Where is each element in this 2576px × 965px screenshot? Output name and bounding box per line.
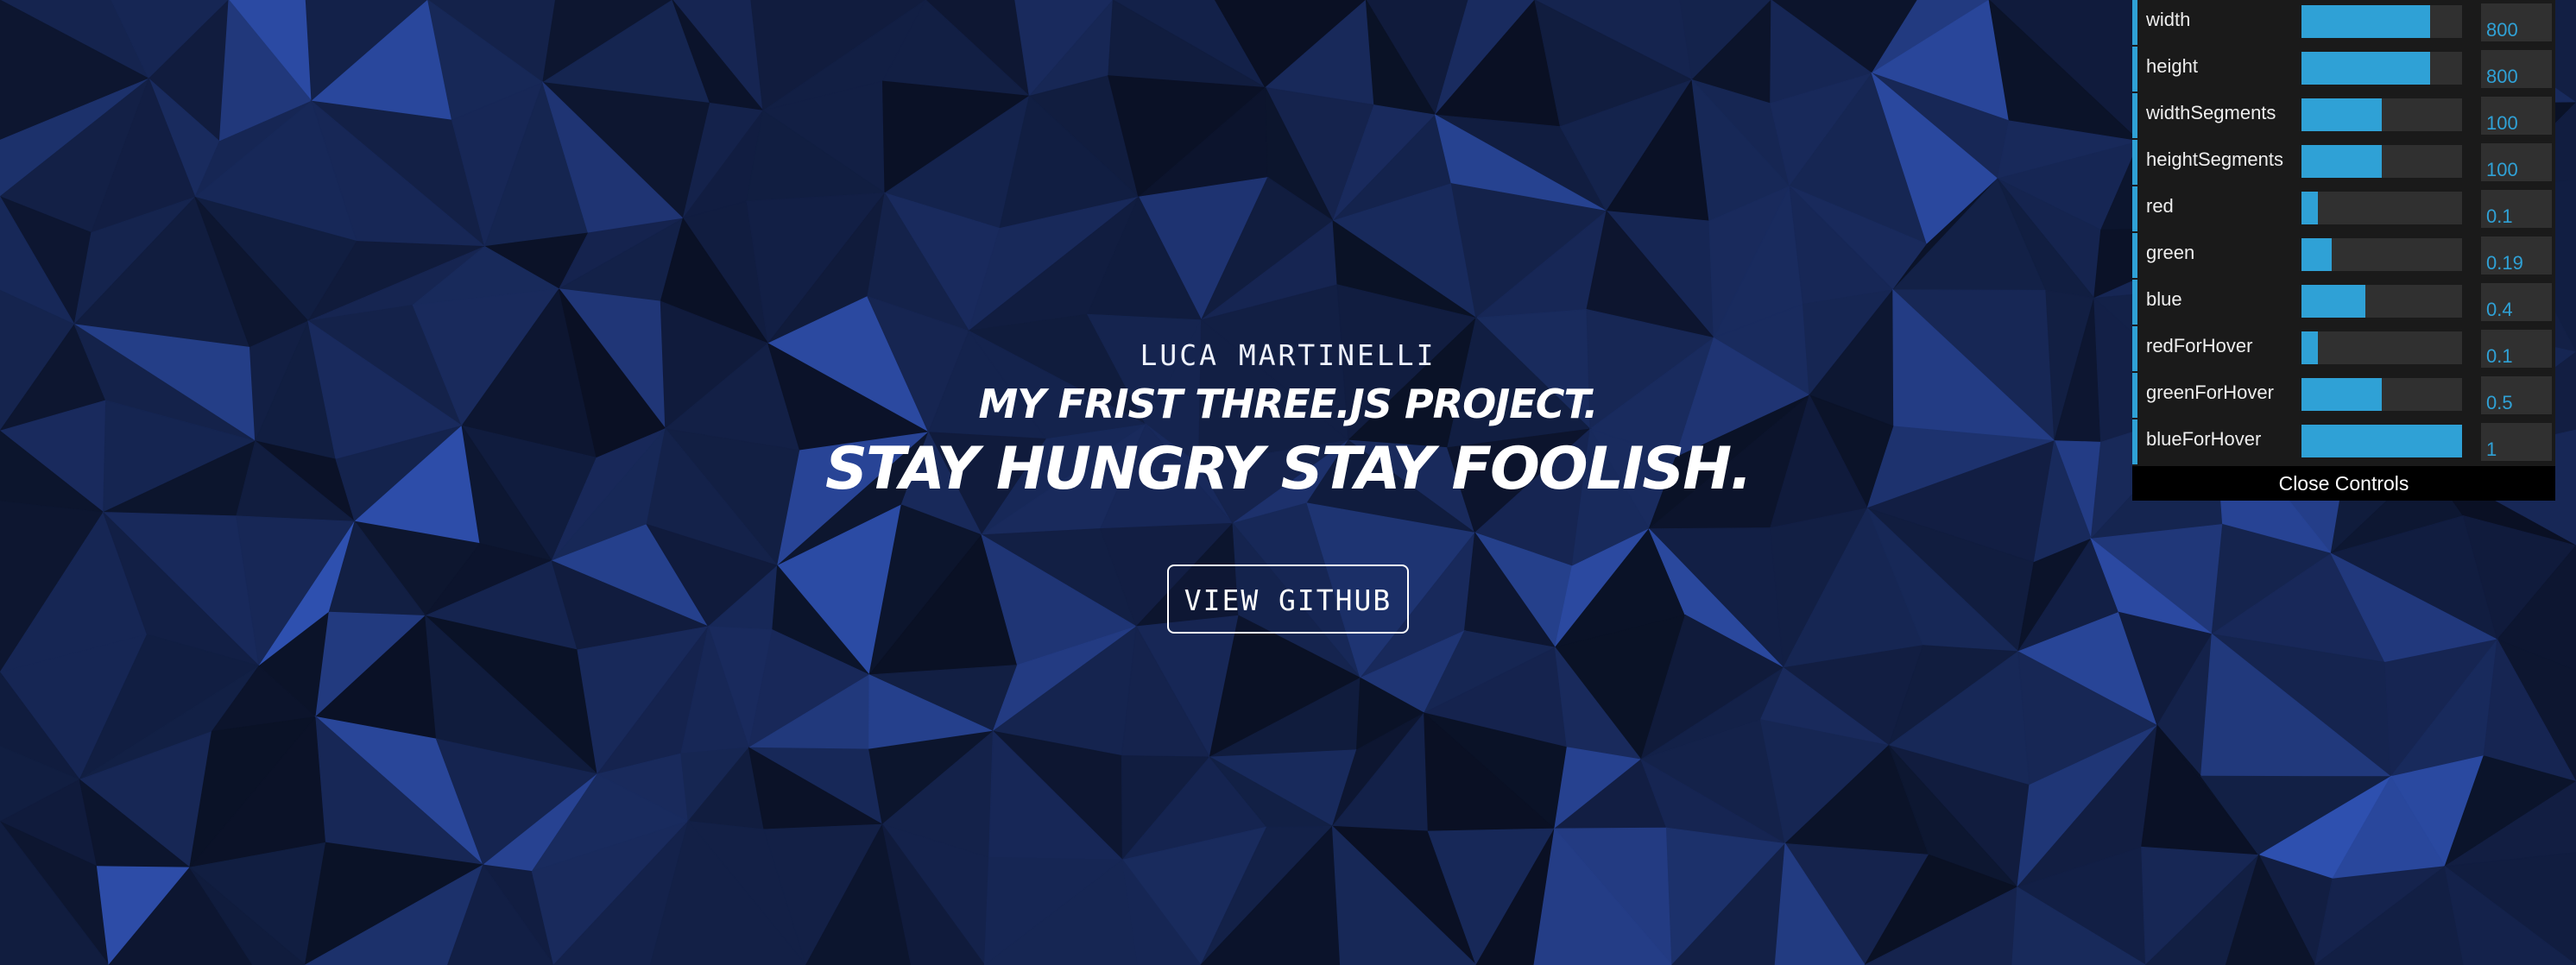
slider-fill (2301, 331, 2318, 364)
control-slider[interactable] (2301, 425, 2462, 457)
control-label: redForHover (2146, 335, 2253, 356)
slider-fill (2301, 5, 2430, 38)
control-value-input[interactable]: 100 (2481, 143, 2552, 181)
control-value-input[interactable]: 800 (2481, 50, 2552, 88)
control-row-widthsegments: widthSegments 100 (2132, 93, 2555, 138)
control-slider[interactable] (2301, 145, 2462, 178)
slider-fill (2301, 378, 2382, 411)
control-row-greenforhover: greenForHover 0.5 (2132, 373, 2555, 418)
control-slider[interactable] (2301, 192, 2462, 224)
control-label: blue (2146, 288, 2182, 310)
control-label: width (2146, 9, 2191, 30)
control-value-input[interactable]: 100 (2481, 97, 2552, 135)
slider-fill (2301, 285, 2366, 318)
control-label: blueForHover (2146, 428, 2262, 450)
slider-fill (2301, 98, 2382, 131)
control-value-input[interactable]: 0.5 (2481, 376, 2552, 414)
slider-fill (2301, 145, 2382, 178)
control-row-redforhover: redForHover 0.1 (2132, 326, 2555, 371)
control-slider[interactable] (2301, 378, 2462, 411)
control-value-input[interactable]: 1 (2481, 423, 2552, 461)
close-controls-button[interactable]: Close Controls (2132, 466, 2555, 501)
control-slider[interactable] (2301, 331, 2462, 364)
control-row-heightsegments: heightSegments 100 (2132, 140, 2555, 185)
control-label: greenForHover (2146, 382, 2274, 403)
control-value-input[interactable]: 0.1 (2481, 330, 2552, 368)
slider-fill (2301, 238, 2333, 271)
control-slider[interactable] (2301, 285, 2462, 318)
slider-fill (2301, 52, 2430, 85)
control-slider[interactable] (2301, 238, 2462, 271)
control-label: heightSegments (2146, 148, 2283, 170)
slider-fill (2301, 192, 2318, 224)
control-row-height: height 800 (2132, 47, 2555, 91)
control-slider[interactable] (2301, 98, 2462, 131)
control-value-input[interactable]: 800 (2481, 3, 2552, 41)
view-github-button[interactable]: VIEW GITHUB (1167, 564, 1409, 634)
control-slider[interactable] (2301, 52, 2462, 85)
control-label: widthSegments (2146, 102, 2276, 123)
slider-fill (2301, 425, 2462, 457)
control-slider[interactable] (2301, 5, 2462, 38)
control-value-input[interactable]: 0.1 (2481, 190, 2552, 228)
control-row-blue: blue 0.4 (2132, 280, 2555, 325)
control-value-input[interactable]: 0.4 (2481, 283, 2552, 321)
control-label: red (2146, 195, 2174, 217)
control-row-width: width 800 (2132, 0, 2555, 45)
control-label: green (2146, 242, 2195, 263)
controls-panel: width 800 height 800 widthSegments 100 h… (2132, 0, 2555, 501)
control-row-blueforhover: blueForHover 1 (2132, 419, 2555, 464)
control-row-red: red 0.1 (2132, 186, 2555, 231)
control-value-input[interactable]: 0.19 (2481, 237, 2552, 274)
control-row-green: green 0.19 (2132, 233, 2555, 278)
control-label: height (2146, 55, 2198, 77)
